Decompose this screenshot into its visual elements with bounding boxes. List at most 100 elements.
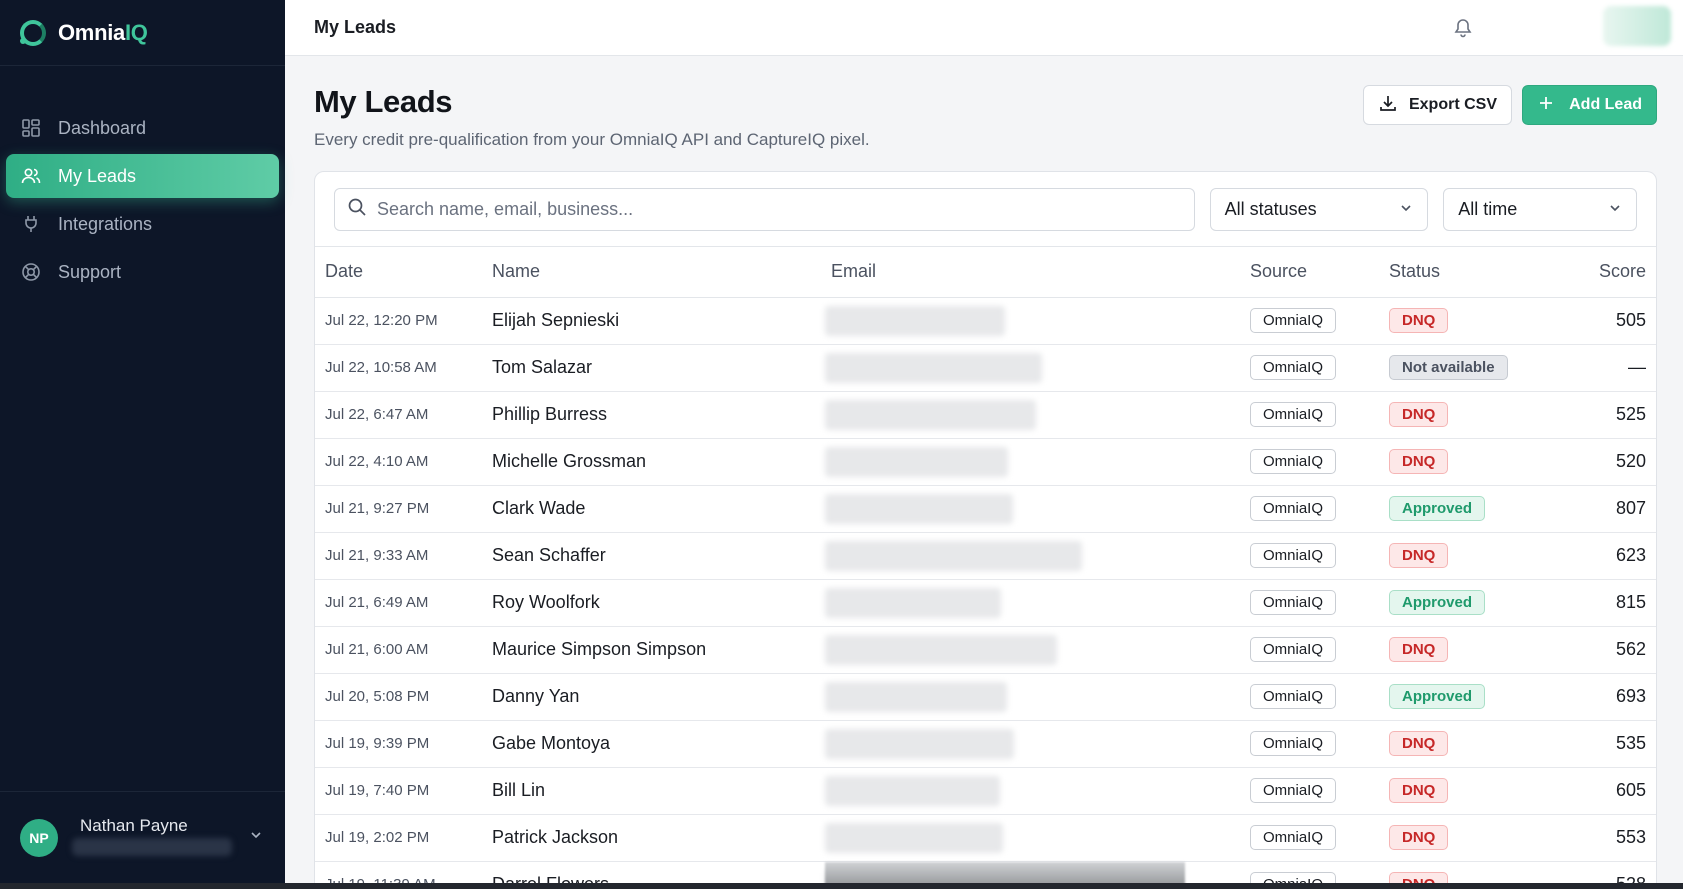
chevron-down-icon xyxy=(1399,199,1413,220)
table-row[interactable]: Jul 20, 5:08 PM Danny Yan OmniaIQ Approved 6… xyxy=(315,673,1656,721)
table-row[interactable]: Jul 21, 9:27 PM Clark Wade OmniaIQ Approved… xyxy=(315,485,1656,533)
download-icon xyxy=(1378,93,1398,118)
users-icon xyxy=(20,165,42,187)
sidebar-item-dashboard[interactable]: Dashboard xyxy=(6,106,279,150)
status-badge: DNQ xyxy=(1389,402,1449,427)
lead-status: DNQ xyxy=(1389,767,1579,815)
column-header-score[interactable]: Score xyxy=(1579,247,1656,298)
lead-score: 505 xyxy=(1579,297,1656,345)
lead-name[interactable]: Michelle Grossman xyxy=(492,438,831,486)
lead-name[interactable]: Clark Wade xyxy=(492,485,831,533)
sidebar-item-integrations[interactable]: Integrations xyxy=(6,202,279,246)
bell-icon[interactable] xyxy=(1453,16,1473,43)
status-filter-select[interactable]: All statuses xyxy=(1209,187,1429,231)
lead-name[interactable]: Roy Woolfork xyxy=(492,579,831,627)
table-row[interactable]: Jul 21, 6:49 AM Roy Woolfork OmniaIQ Approv… xyxy=(315,579,1656,627)
sidebar-item-label: Dashboard xyxy=(58,117,147,138)
lead-source: OmniaIQ xyxy=(1250,485,1389,533)
column-header-status[interactable]: Status xyxy=(1389,247,1579,298)
table-row[interactable]: Jul 22, 10:58 AM Tom Salazar OmniaIQ Not av… xyxy=(315,344,1656,392)
lead-source: OmniaIQ xyxy=(1250,532,1389,580)
lead-status: DNQ xyxy=(1389,532,1579,580)
table-row[interactable]: Jul 22, 4:10 AM Michelle Grossman OmniaIQ D… xyxy=(315,438,1656,486)
lead-email xyxy=(825,532,1250,580)
lead-name[interactable]: Elijah Sepnieski xyxy=(492,297,831,345)
lead-name[interactable]: Sean Schaffer xyxy=(492,532,831,580)
plus-icon xyxy=(1537,94,1555,117)
lead-name[interactable]: Maurice Simpson Simpson xyxy=(492,626,831,674)
table-row[interactable]: Jul 19, 7:40 PM Bill Lin OmniaIQ DNQ 605 xyxy=(315,767,1656,815)
lead-date: Jul 22, 6:47 AM xyxy=(315,391,492,439)
status-badge: DNQ xyxy=(1389,449,1449,474)
leads-table: Date Name Email Source Status Score Jul … xyxy=(315,247,1656,889)
source-pill: OmniaIQ xyxy=(1250,308,1337,333)
email-redacted xyxy=(825,775,1000,806)
sidebar-item-support[interactable]: Support xyxy=(6,250,279,294)
lead-source: OmniaIQ xyxy=(1250,344,1389,392)
email-redacted xyxy=(825,634,1057,665)
status-badge: DNQ xyxy=(1389,778,1449,803)
omniaiq-logo-icon xyxy=(20,19,46,46)
sidebar: OmniaIQ Dashboard My Leads Integrations … xyxy=(0,0,285,883)
email-redacted xyxy=(825,540,1082,571)
brand[interactable]: OmniaIQ xyxy=(0,0,285,66)
table-row[interactable]: Jul 22, 6:47 AM Phillip Burress OmniaIQ DNQ… xyxy=(315,391,1656,439)
header-actions: Export CSV Add Lead xyxy=(1363,85,1657,125)
email-redacted xyxy=(825,399,1036,430)
table-row[interactable]: Jul 22, 12:20 PM Elijah Sepnieski OmniaIQ D… xyxy=(315,297,1656,345)
lead-name[interactable]: Bill Lin xyxy=(492,767,831,815)
lead-status: DNQ xyxy=(1389,720,1579,768)
column-header-source[interactable]: Source xyxy=(1250,247,1389,298)
user-name: Nathan Payne xyxy=(80,815,188,835)
lead-email xyxy=(825,767,1250,815)
page-subtitle: Every credit pre-qualification from your… xyxy=(314,130,870,149)
lead-email xyxy=(825,626,1250,674)
search-box[interactable] xyxy=(334,187,1195,231)
user-menu[interactable]: NP Nathan Payne xyxy=(0,791,285,883)
table-row[interactable]: Jul 21, 9:33 AM Sean Schaffer OmniaIQ DNQ 62… xyxy=(315,532,1656,580)
column-header-email[interactable]: Email xyxy=(831,247,1250,298)
lead-name[interactable]: Phillip Burress xyxy=(492,391,831,439)
source-pill: OmniaIQ xyxy=(1250,402,1337,427)
table-row[interactable]: Jul 19, 9:39 PM Gabe Montoya OmniaIQ DNQ 535 xyxy=(315,720,1656,768)
user-email-redacted xyxy=(72,837,232,856)
lead-name[interactable]: Patrick Jackson xyxy=(492,814,831,862)
lead-source: OmniaIQ xyxy=(1250,814,1389,862)
lead-score: 815 xyxy=(1579,579,1656,627)
lead-email xyxy=(825,673,1250,721)
table-row[interactable]: Jul 19, 2:02 PM Patrick Jackson OmniaIQ DNQ… xyxy=(315,814,1656,862)
lead-date: Jul 21, 6:49 AM xyxy=(315,579,492,627)
lead-name[interactable]: Danny Yan xyxy=(492,673,831,721)
chevron-down-icon xyxy=(1608,199,1622,220)
export-csv-button[interactable]: Export CSV xyxy=(1363,85,1512,125)
sidebar-item-my-leads[interactable]: My Leads xyxy=(6,154,279,198)
add-lead-button[interactable]: Add Lead xyxy=(1522,85,1657,125)
lead-status: DNQ xyxy=(1389,297,1579,345)
avatar: NP xyxy=(20,818,58,857)
column-header-date[interactable]: Date xyxy=(315,247,492,298)
chevron-down-icon[interactable] xyxy=(249,828,263,847)
email-redacted xyxy=(825,681,1007,712)
lead-name[interactable]: Gabe Montoya xyxy=(492,720,831,768)
email-redacted xyxy=(825,587,1001,618)
status-badge: Approved xyxy=(1389,684,1486,709)
status-badge: DNQ xyxy=(1389,825,1449,850)
topbar-title: My Leads xyxy=(314,17,397,37)
lead-name[interactable]: Tom Salazar xyxy=(492,344,831,392)
email-redacted xyxy=(825,305,1005,336)
lead-score: 623 xyxy=(1579,532,1656,580)
source-pill: OmniaIQ xyxy=(1250,778,1337,803)
account-avatar[interactable] xyxy=(1603,6,1671,46)
lead-score: 562 xyxy=(1579,626,1656,674)
time-filter-select[interactable]: All time xyxy=(1443,187,1638,231)
topbar: My Leads xyxy=(285,0,1683,56)
lead-source: OmniaIQ xyxy=(1250,767,1389,815)
source-pill: OmniaIQ xyxy=(1250,825,1337,850)
lead-email xyxy=(825,297,1250,345)
lead-source: OmniaIQ xyxy=(1250,579,1389,627)
search-input[interactable] xyxy=(377,198,1177,220)
column-header-name[interactable]: Name xyxy=(492,247,831,298)
table-row[interactable]: Jul 21, 6:00 AM Maurice Simpson Simpson Om… xyxy=(315,626,1656,674)
status-badge: DNQ xyxy=(1389,308,1449,333)
window-bottom-edge xyxy=(0,883,1683,889)
